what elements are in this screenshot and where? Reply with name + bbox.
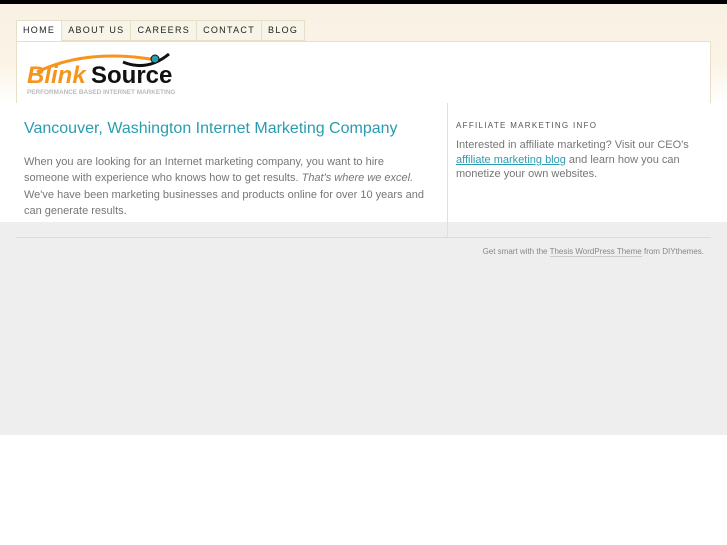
footer-divider xyxy=(16,237,711,238)
blinksource-logo[interactable]: Blink Source PERFORMANCE BASED INTERNET … xyxy=(27,50,199,98)
svg-text:Source: Source xyxy=(91,62,172,89)
thesis-theme-link[interactable]: Thesis WordPress Theme xyxy=(549,247,642,257)
footer-text-1: Get smart with the xyxy=(482,247,550,256)
affiliate-blog-link[interactable]: affiliate marketing blog xyxy=(456,154,566,166)
sidebar-text: Interested in affiliate marketing? Visit… xyxy=(456,138,706,182)
header: Blink Source PERFORMANCE BASED INTERNET … xyxy=(16,41,711,104)
footer: Get smart with the Thesis WordPress Them… xyxy=(482,247,704,257)
tab-contact[interactable]: CONTACT xyxy=(197,20,263,41)
tab-about-us[interactable]: ABOUT US xyxy=(62,20,132,41)
sidebar-heading: Affiliate Marketing Info xyxy=(456,121,598,130)
sidebar-divider xyxy=(447,103,448,237)
intro-text-2: We've have been marketing businesses and… xyxy=(24,188,424,217)
tab-blog[interactable]: BLOG xyxy=(262,20,306,41)
sidebar-text-1: Interested in affiliate marketing? Visit… xyxy=(456,139,689,151)
page-title: Vancouver, Washington Internet Marketing… xyxy=(24,120,398,137)
footer-text-2: from DIYthemes. xyxy=(641,247,704,256)
intro-paragraph: When you are looking for an Internet mar… xyxy=(24,154,429,219)
svg-text:Blink: Blink xyxy=(27,62,87,89)
intro-emphasis: That's where we excel. xyxy=(301,172,414,185)
main-nav: HOME ABOUT US CAREERS CONTACT BLOG xyxy=(16,20,306,42)
tab-home[interactable]: HOME xyxy=(16,20,63,42)
content: Vancouver, Washington Internet Marketing… xyxy=(24,120,429,219)
sidebar: Affiliate Marketing Info Interested in a… xyxy=(456,121,706,182)
tab-careers[interactable]: CAREERS xyxy=(131,20,198,41)
svg-text:PERFORMANCE BASED INTERNET MAR: PERFORMANCE BASED INTERNET MARKETING xyxy=(27,89,175,96)
